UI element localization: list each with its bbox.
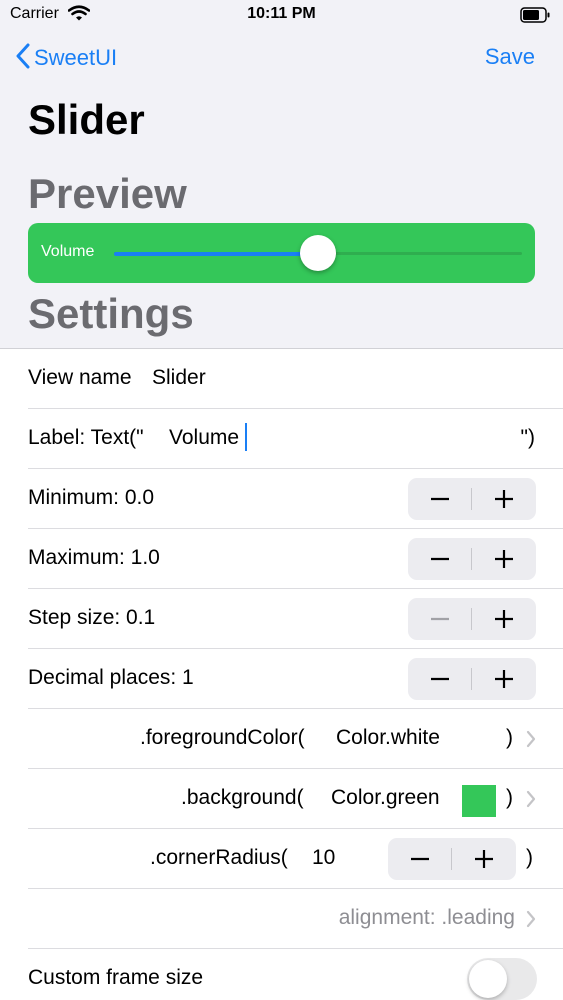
step-size-label: Step size: 0.1 bbox=[28, 606, 156, 629]
custom-frame-label: Custom frame size bbox=[28, 966, 204, 989]
decimal-places-stepper bbox=[408, 658, 536, 700]
custom-frame-toggle[interactable] bbox=[467, 958, 537, 1000]
minus-icon bbox=[431, 497, 449, 501]
decimal-places-increment-button[interactable] bbox=[472, 658, 536, 700]
background-color-row[interactable]: .background( Color.green ) bbox=[0, 769, 563, 829]
background-prefix: .background( bbox=[181, 786, 304, 809]
background-suffix: ) bbox=[506, 786, 513, 809]
chevron-right-icon bbox=[526, 910, 536, 933]
corner-radius-stepper bbox=[388, 838, 516, 880]
corner-radius-row: .cornerRadius( 10 ) bbox=[0, 829, 563, 889]
decimal-places-row: Decimal places: 1 bbox=[0, 649, 563, 709]
save-button[interactable]: Save bbox=[485, 44, 535, 70]
corner-radius-suffix: ) bbox=[526, 846, 533, 869]
minus-icon bbox=[431, 617, 449, 621]
maximum-increment-button[interactable] bbox=[472, 538, 536, 580]
settings-list: View name Slider Label: Text(" Volume ")… bbox=[0, 348, 563, 1000]
minus-icon bbox=[431, 677, 449, 681]
corner-radius-value: 10 bbox=[312, 846, 336, 869]
view-name-input[interactable]: Slider bbox=[152, 366, 206, 390]
battery-icon bbox=[520, 7, 550, 28]
chevron-left-icon bbox=[16, 43, 30, 74]
minimum-row: Minimum: 0.0 bbox=[0, 469, 563, 529]
maximum-stepper bbox=[408, 538, 536, 580]
toggle-knob bbox=[469, 960, 507, 998]
back-button[interactable]: SweetUI bbox=[16, 43, 117, 73]
maximum-decrement-button[interactable] bbox=[408, 538, 472, 580]
status-bar: Carrier 10:11 PM bbox=[0, 0, 563, 32]
custom-frame-row: Custom frame size bbox=[0, 949, 563, 1000]
step-size-decrement-button[interactable] bbox=[408, 598, 472, 640]
minimum-increment-button[interactable] bbox=[472, 478, 536, 520]
step-size-stepper bbox=[408, 598, 536, 640]
maximum-row: Maximum: 1.0 bbox=[0, 529, 563, 589]
alignment-label: alignment: .leading bbox=[338, 906, 515, 929]
decimal-places-decrement-button[interactable] bbox=[408, 658, 472, 700]
corner-radius-decrement-button[interactable] bbox=[388, 838, 452, 880]
slider-thumb[interactable] bbox=[300, 235, 336, 271]
label-suffix: ") bbox=[520, 426, 535, 449]
minus-icon bbox=[411, 857, 429, 861]
background-color-swatch bbox=[462, 785, 496, 817]
maximum-label: Maximum: 1.0 bbox=[28, 546, 160, 569]
status-time: 10:11 PM bbox=[247, 5, 316, 22]
alignment-row[interactable]: alignment: .leading bbox=[0, 889, 563, 949]
view-name-label: View name bbox=[28, 366, 132, 389]
plus-icon bbox=[495, 550, 513, 568]
chevron-right-icon bbox=[526, 790, 536, 813]
preview-slider-label: Volume bbox=[41, 243, 95, 260]
foreground-color-value: Color.white bbox=[336, 726, 440, 749]
label-prefix: Label: Text(" bbox=[28, 426, 144, 449]
preview-card: Volume bbox=[28, 223, 535, 283]
chevron-right-icon bbox=[526, 730, 536, 753]
foreground-color-row[interactable]: .foregroundColor( Color.white ) bbox=[0, 709, 563, 769]
plus-icon bbox=[495, 670, 513, 688]
corner-radius-prefix: .cornerRadius( bbox=[150, 846, 288, 869]
slider-track-fill bbox=[114, 252, 318, 256]
label-row: Label: Text(" Volume ") bbox=[0, 409, 563, 469]
back-button-label: SweetUI bbox=[34, 45, 118, 70]
background-value: Color.green bbox=[331, 786, 440, 809]
foreground-color-suffix: ) bbox=[506, 726, 513, 749]
minimum-label: Minimum: 0.0 bbox=[28, 486, 155, 509]
corner-radius-increment-button[interactable] bbox=[452, 838, 516, 880]
page-title: Slider bbox=[28, 96, 145, 143]
plus-icon bbox=[475, 850, 493, 868]
settings-section-title: Settings bbox=[28, 290, 194, 337]
minus-icon bbox=[431, 557, 449, 561]
minimum-stepper bbox=[408, 478, 536, 520]
plus-icon bbox=[495, 490, 513, 508]
text-cursor bbox=[245, 423, 247, 451]
preview-section-title: Preview bbox=[28, 170, 187, 217]
label-text-input[interactable]: Volume bbox=[169, 426, 239, 450]
decimal-places-label: Decimal places: 1 bbox=[28, 666, 194, 689]
minimum-decrement-button[interactable] bbox=[408, 478, 472, 520]
foreground-color-prefix: .foregroundColor( bbox=[140, 726, 305, 749]
view-name-row: View name Slider bbox=[0, 349, 563, 409]
step-size-row: Step size: 0.1 bbox=[0, 589, 563, 649]
step-size-increment-button[interactable] bbox=[472, 598, 536, 640]
plus-icon bbox=[495, 610, 513, 628]
